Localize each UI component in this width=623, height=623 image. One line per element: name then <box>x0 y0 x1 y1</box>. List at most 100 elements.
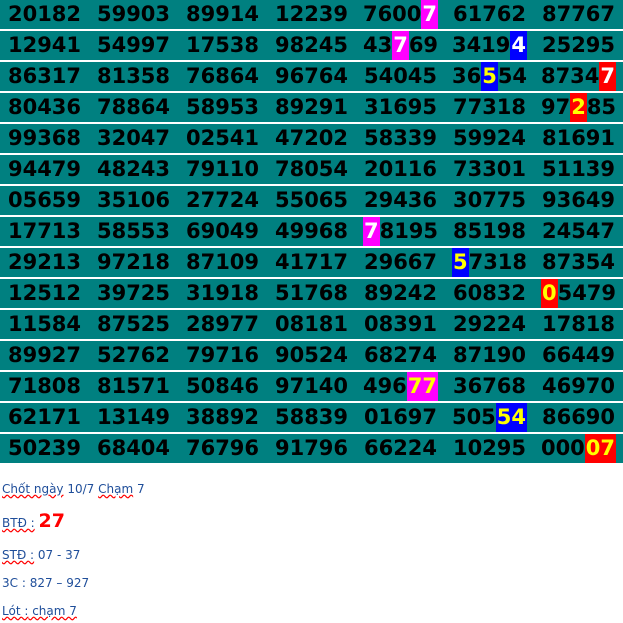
note-3c-label: 3C : <box>2 576 26 590</box>
grid-cell: 28977 <box>178 310 267 339</box>
grid-cell: 87347 <box>534 62 623 91</box>
grid-cell: 93649 <box>534 186 623 215</box>
cell-digits: 86317 <box>7 64 82 88</box>
grid-cell: 87109 <box>178 248 267 277</box>
cell-digits: 48243 <box>96 157 171 181</box>
cell-digits: 000 <box>540 436 585 460</box>
grid-cell: 55065 <box>267 186 356 215</box>
grid-cell: 54997 <box>89 31 178 60</box>
cell-digits: 66449 <box>541 343 616 367</box>
grid-cell: 20182 <box>0 0 89 29</box>
cell-digits: 46970 <box>541 374 616 398</box>
cell-digits: 8195 <box>379 219 439 243</box>
note-std-value: 07 - 37 <box>34 548 81 562</box>
note-line-lot: Lót : chạm 7 <box>2 604 77 618</box>
cell-digits: 27724 <box>185 188 260 212</box>
grid-cell: 58339 <box>356 124 445 153</box>
grid-cell: 78864 <box>89 93 178 122</box>
cell-digits: 29224 <box>452 312 527 336</box>
grid-cell: 12239 <box>267 0 356 29</box>
cell-digits: 08181 <box>274 312 349 336</box>
grid-cell: 57318 <box>445 248 534 277</box>
cell-digits: 43 <box>362 33 393 57</box>
cell-digits: 54 <box>497 64 528 88</box>
grid-cell: 58953 <box>178 93 267 122</box>
cell-digits: 11584 <box>7 312 82 336</box>
cell-digits: 81571 <box>96 374 171 398</box>
grid-cell: 69049 <box>178 217 267 246</box>
cell-digits: 97140 <box>274 374 349 398</box>
note-lot-value: chạm 7 <box>28 604 77 618</box>
grid-cell: 02541 <box>178 124 267 153</box>
grid-row: 11584 87525 28977 08181 08391 29224 17818 <box>0 310 623 339</box>
grid-cell: 51768 <box>267 279 356 308</box>
grid-cell: 36768 <box>445 372 534 401</box>
cell-digits: 7318 <box>468 250 528 274</box>
grid-cell: 60832 <box>445 279 534 308</box>
grid-row: 89927 52762 79716 90524 68274 87190 66449 <box>0 341 623 370</box>
cell-digits: 01697 <box>363 405 438 429</box>
grid-cell: 05659 <box>0 186 89 215</box>
cell-digits: 59924 <box>452 126 527 150</box>
cell-digits: 49968 <box>274 219 349 243</box>
cell-digits: 50239 <box>7 436 82 460</box>
highlighted-digit: 77 <box>406 372 439 401</box>
cell-digits: 30775 <box>452 188 527 212</box>
cell-digits: 20182 <box>7 2 82 26</box>
cell-digits: 58953 <box>185 95 260 119</box>
cell-digits: 52762 <box>96 343 171 367</box>
highlighted-digit: 54 <box>495 403 528 432</box>
grid-cell: 00007 <box>534 434 623 463</box>
grid-row: 50239 68404 76796 91796 66224 10295 00007 <box>0 434 623 463</box>
note-line-btd: BTĐ : 27 <box>2 510 65 532</box>
cell-digits: 29436 <box>363 188 438 212</box>
cell-digits: 54045 <box>363 64 438 88</box>
grid-cell: 66224 <box>356 434 445 463</box>
highlighted-digit: 2 <box>570 93 587 122</box>
grid-cell: 24547 <box>534 217 623 246</box>
cell-digits: 08391 <box>363 312 438 336</box>
cell-digits: 85 <box>586 95 617 119</box>
grid-cell: 34194 <box>445 31 534 60</box>
grid-cell: 87525 <box>89 310 178 339</box>
cell-digits: 24547 <box>541 219 616 243</box>
cell-digits: 94479 <box>7 157 82 181</box>
grid-cell: 71808 <box>0 372 89 401</box>
cell-digits: 90524 <box>274 343 349 367</box>
grid-cell: 50846 <box>178 372 267 401</box>
cell-digits: 47202 <box>274 126 349 150</box>
note-line-std: STĐ : 07 - 37 <box>2 548 80 562</box>
cell-digits: 89291 <box>274 95 349 119</box>
cell-digits: 76796 <box>185 436 260 460</box>
cell-digits: 87190 <box>452 343 527 367</box>
grid-cell: 35106 <box>89 186 178 215</box>
cell-digits: 58339 <box>363 126 438 150</box>
note-chot-date: 10/7 <box>63 482 99 496</box>
grid-cell: 08181 <box>267 310 356 339</box>
grid-cell: 01697 <box>356 403 445 432</box>
cell-digits: 41717 <box>274 250 349 274</box>
grid-row: 86317 81358 76864 96764 54045 36554 87347 <box>0 62 623 91</box>
cell-digits: 69049 <box>185 219 260 243</box>
grid-cell: 25295 <box>534 31 623 60</box>
grid-cell: 78195 <box>356 217 445 246</box>
grid-cell: 29667 <box>356 248 445 277</box>
grid-cell: 41717 <box>267 248 356 277</box>
grid-cell: 97218 <box>89 248 178 277</box>
cell-digits: 12239 <box>274 2 349 26</box>
cell-digits: 12941 <box>7 33 82 57</box>
grid-cell: 31695 <box>356 93 445 122</box>
highlighted-digit: 7 <box>599 62 617 91</box>
cell-digits: 87525 <box>96 312 171 336</box>
cell-digits: 78054 <box>274 157 349 181</box>
cell-digits: 35106 <box>96 188 171 212</box>
grid-row: 12512 39725 31918 51768 89242 60832 05479 <box>0 279 623 308</box>
cell-digits: 87354 <box>541 250 616 274</box>
cell-digits: 89927 <box>7 343 82 367</box>
grid-cell: 12512 <box>0 279 89 308</box>
cell-digits: 39725 <box>96 281 171 305</box>
grid-cell: 50239 <box>0 434 89 463</box>
grid-cell: 49677 <box>356 372 445 401</box>
grid-cell: 05479 <box>534 279 623 308</box>
grid-row: 12941 54997 17538 98245 43769 34194 25295 <box>0 31 623 60</box>
